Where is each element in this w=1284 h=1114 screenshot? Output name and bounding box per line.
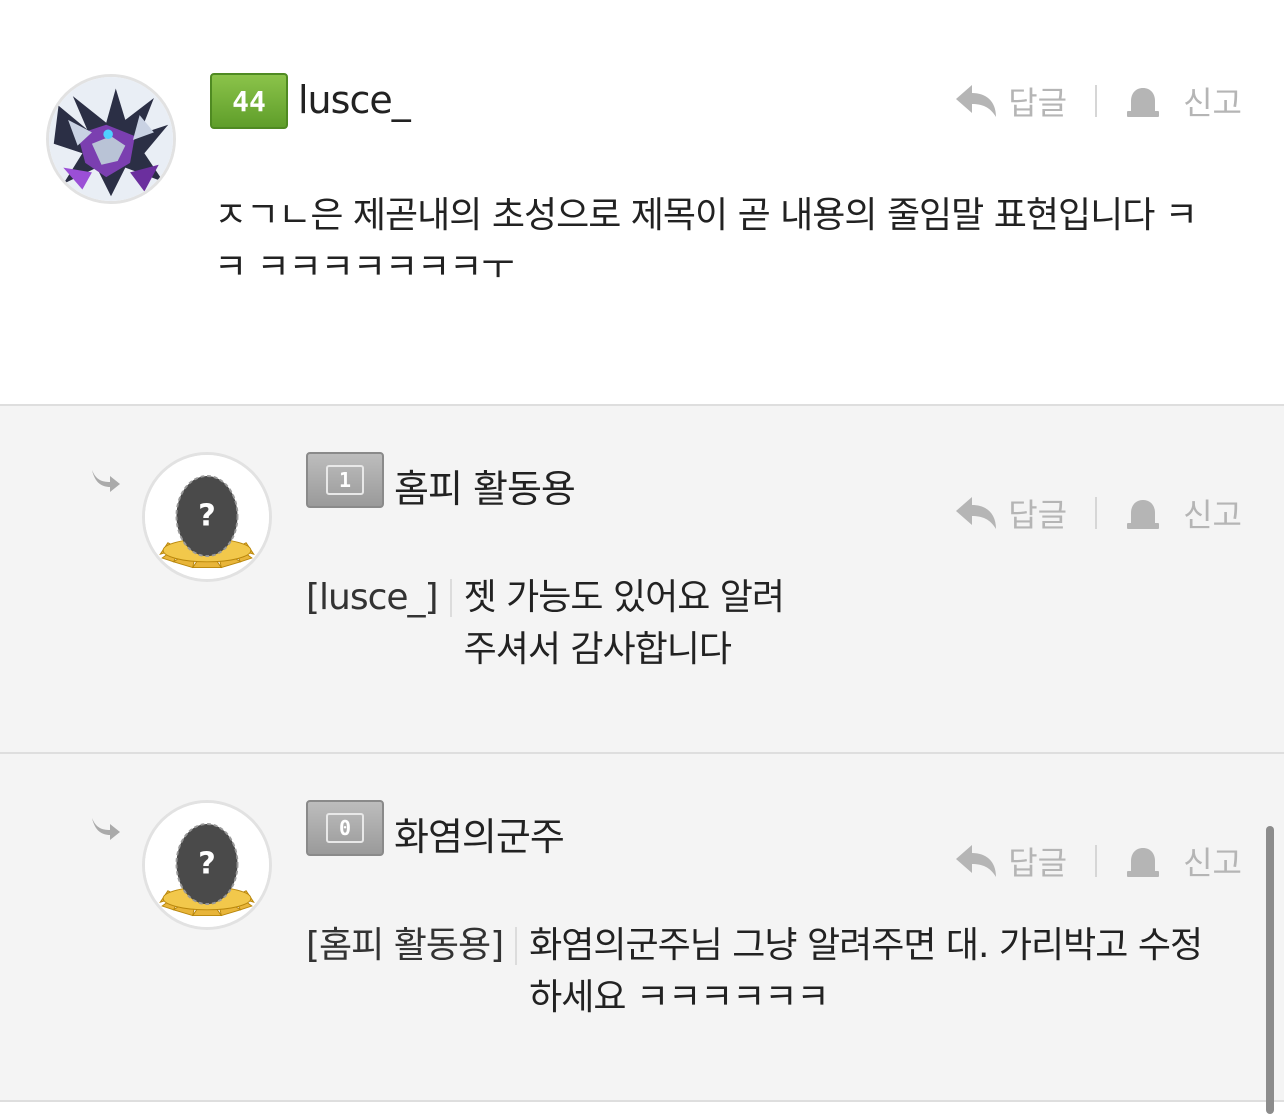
reply-button[interactable]: 답글 xyxy=(954,838,1067,884)
reply-arrow-icon xyxy=(954,495,998,531)
mention-divider xyxy=(515,927,518,965)
level-number: 44 xyxy=(232,84,266,118)
avatar[interactable]: ? xyxy=(142,800,272,930)
comment-actions: 답글 신고 xyxy=(954,490,1242,536)
comment-actions: 답글 신고 xyxy=(954,78,1242,124)
level-number: 1 xyxy=(326,465,364,495)
reply-button[interactable]: 답글 xyxy=(954,78,1067,124)
comment-text: ㅈㄱㄴ은 제곧내의 초성으로 제목이 곧 내용의 줄임말 표현입니다 ㅋㅋ ㅋㅋ… xyxy=(214,195,1198,288)
reply-body: [lusce_] 젯 가능도 있어요 알려주셔서 감사합니다 xyxy=(306,572,1206,676)
level-badge: 44 xyxy=(210,73,288,129)
report-label: 신고 xyxy=(1183,496,1242,534)
level-badge: 0 xyxy=(306,800,384,856)
mention-tag[interactable]: [홈피 활동용] xyxy=(306,920,504,1024)
username[interactable]: lusce_ xyxy=(298,78,411,122)
reply-arrow-icon xyxy=(954,83,998,119)
nested-reply-arrow-icon xyxy=(90,816,122,846)
reply-body: [홈피 활동용] 화염의군주님 그냥 알려주면 대. 가리박고 수정하세요 ㅋㅋ… xyxy=(306,920,1226,1024)
mention-tag[interactable]: [lusce_] xyxy=(306,572,439,676)
reply-button[interactable]: 답글 xyxy=(954,490,1067,536)
mention-divider xyxy=(449,579,452,617)
username[interactable]: 홈피 활동용 xyxy=(394,458,576,513)
egg-question-avatar: ? xyxy=(145,803,269,927)
report-button[interactable]: 신고 xyxy=(1125,838,1242,884)
svg-text:?: ? xyxy=(198,847,216,882)
action-divider xyxy=(1095,845,1098,877)
comment-actions: 답글 신고 xyxy=(954,838,1242,884)
siren-icon xyxy=(1125,843,1161,879)
egg-question-avatar: ? xyxy=(145,455,269,579)
action-divider xyxy=(1095,85,1098,117)
siren-icon xyxy=(1125,495,1161,531)
reply-label: 답글 xyxy=(1008,496,1068,534)
report-button[interactable]: 신고 xyxy=(1125,490,1242,536)
dragon-avatar-image xyxy=(49,77,173,201)
svg-text:?: ? xyxy=(198,499,216,534)
comment-text: 젯 가능도 있어요 알려주셔서 감사합니다 xyxy=(463,577,785,670)
comment-text: 화염의군주님 그냥 알려주면 대. 가리박고 수정하세요 ㅋㅋㅋㅋㅋㅋ xyxy=(529,925,1203,1018)
divider xyxy=(0,1100,1284,1102)
reply-comment-item: ? 1 홈피 활동용 답글 신고 [lusce_] 젯 가능도 있어요 알려주셔… xyxy=(0,404,1284,752)
report-button[interactable]: 신고 xyxy=(1125,78,1242,124)
report-label: 신고 xyxy=(1183,84,1242,122)
avatar[interactable]: ? xyxy=(142,452,272,582)
scrollbar[interactable] xyxy=(1266,826,1274,1114)
action-divider xyxy=(1095,497,1098,529)
report-label: 신고 xyxy=(1183,844,1242,882)
level-number: 0 xyxy=(326,813,364,843)
reply-label: 답글 xyxy=(1008,844,1068,882)
username[interactable]: 화염의군주 xyxy=(394,806,565,861)
reply-arrow-icon xyxy=(954,843,998,879)
avatar[interactable] xyxy=(46,74,176,204)
reply-label: 답글 xyxy=(1008,84,1068,122)
comment-item: 44 lusce_ 답글 신고 ㅈㄱㄴ은 제곧내의 초성으로 제목이 곧 내용의… xyxy=(0,0,1284,404)
nested-reply-arrow-icon xyxy=(90,468,122,498)
level-badge: 1 xyxy=(306,452,384,508)
siren-icon xyxy=(1125,83,1161,119)
reply-comment-item: ? 0 화염의군주 답글 신고 [홈피 활동용] 화염의군주님 그냥 알려주면 … xyxy=(0,752,1284,1102)
